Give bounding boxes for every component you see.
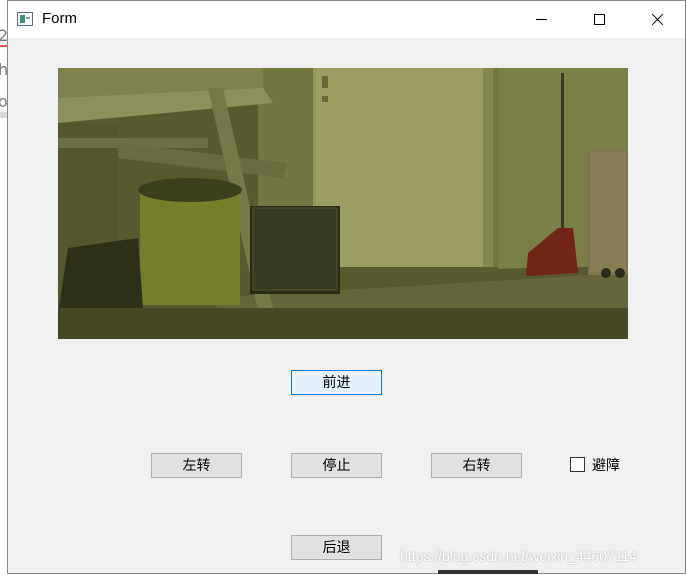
obstacle-avoidance-label: 避障 [592,458,620,474]
background-text-fragment [438,570,538,574]
title-bar[interactable]: Form [8,1,685,38]
camera-feed-view [58,68,628,339]
obstacle-avoidance-checkbox[interactable] [570,457,585,472]
minimize-button[interactable] [512,1,570,38]
stop-button[interactable]: 停止 [291,453,382,478]
app-window-icon [17,12,33,26]
window-title: Form [42,10,77,27]
csdn-watermark: https://blog.csdn.net/weixin_44607114 [400,548,638,564]
minimize-icon [536,19,547,20]
turn-left-button[interactable]: 左转 [151,453,242,478]
maximize-icon [594,14,605,25]
backward-button[interactable]: 后退 [291,535,382,560]
close-button[interactable] [628,1,686,38]
turn-right-button[interactable]: 右转 [431,453,522,478]
camera-frame-image [58,68,628,339]
forward-button[interactable]: 前进 [291,370,382,395]
maximize-button[interactable] [570,1,628,38]
form-window: Form 前进 左转 停止 右转 后退 避障 [7,0,686,574]
